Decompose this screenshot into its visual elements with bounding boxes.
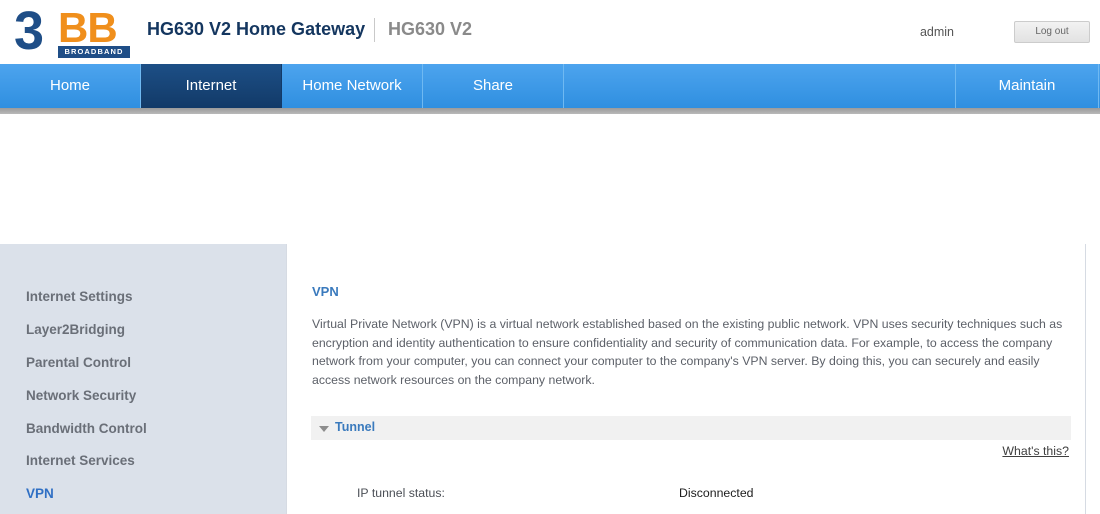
sidebar-item-parental-control[interactable]: Parental Control [26, 355, 131, 370]
logged-in-user: admin [919, 25, 954, 39]
brand-logo: 3 BB BROADBAND [14, 1, 134, 61]
content-panel: VPN Virtual Private Network (VPN) is a v… [286, 244, 1086, 514]
logout-button[interactable]: Log out [1014, 21, 1090, 43]
chevron-down-icon[interactable] [319, 426, 329, 432]
page-description: Virtual Private Network (VPN) is a virtu… [312, 317, 1063, 387]
page-title: VPN [312, 284, 339, 299]
nav-item-maintain[interactable]: Maintain [956, 64, 1099, 108]
logo-letters: BB [58, 4, 118, 51]
whats-this-link[interactable]: What's this? [1002, 444, 1069, 458]
nav-item-home[interactable]: Home [0, 64, 141, 108]
page-body: SetupRouter.com Internet SettingsLayer2B… [0, 114, 1100, 514]
logo-broadband-band: BROADBAND [58, 46, 130, 58]
main-navigation: Home Internet Home Network Share Maintain [0, 64, 1100, 108]
page-header: 3 BB BROADBAND HG630 V2 Home Gateway HG6… [0, 0, 1100, 64]
sidebar-item-internet-services[interactable]: Internet Services [26, 453, 135, 468]
tunnel-section-label[interactable]: Tunnel [335, 420, 375, 434]
sidebar-item-network-security[interactable]: Network Security [26, 388, 136, 403]
router-admin-page: 3 BB BROADBAND HG630 V2 Home Gateway HG6… [0, 0, 1100, 514]
sidebar-item-layer2bridging[interactable]: Layer2Bridging [26, 322, 125, 337]
nav-item-share[interactable]: Share [423, 64, 564, 108]
nav-item-home-network[interactable]: Home Network [282, 64, 423, 108]
ip-tunnel-status-label: IP tunnel status: [357, 486, 445, 500]
right-margin-strip [1087, 244, 1100, 514]
nav-item-internet[interactable]: Internet [141, 64, 282, 108]
title-divider [374, 18, 375, 42]
nav-spacer [564, 64, 956, 108]
sidebar-menu: Internet Settings Layer2Bridging Parental … [0, 244, 286, 514]
device-title: HG630 V2 Home Gateway [147, 19, 366, 39]
device-model: HG630 V2 [388, 19, 473, 39]
sidebar-item-bandwidth-control[interactable]: Bandwidth Control [26, 421, 147, 436]
ip-tunnel-status-value: Disconnected [679, 486, 754, 500]
logo-digit: 3 [14, 1, 44, 61]
sidebar-item-vpn[interactable]: VPN [26, 486, 54, 501]
sidebar-item-internet-settings[interactable]: Internet Settings [26, 289, 133, 304]
tunnel-section-header[interactable]: Tunnel [311, 416, 1071, 440]
